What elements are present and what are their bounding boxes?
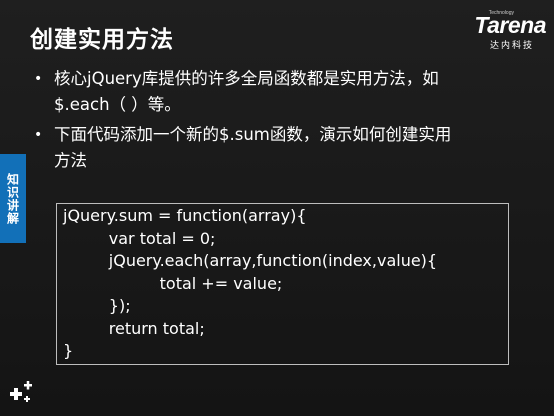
bullet-line: 核心jQuery库提供的许多全局函数都是实用方法，如 (54, 69, 439, 88)
side-tab-knowledge: 知识讲解 (0, 154, 26, 243)
logo-main-text: Tarena (474, 12, 546, 38)
bullet-dot-icon: • (34, 71, 43, 87)
plus-cluster-icon (10, 381, 32, 402)
code-line: total += value; (63, 273, 283, 293)
bullet-item: • 核心jQuery库提供的许多全局函数都是实用方法，如 $.each（ ）等。 (32, 66, 512, 118)
bullet-item: • 下面代码添加一个新的$.sum函数，演示如何创建实用 方法 (32, 122, 512, 174)
bullet-line: 下面代码添加一个新的$.sum函数，演示如何创建实用 (54, 125, 452, 144)
code-line: }); (63, 296, 131, 315)
bullet-line: $.each（ ）等。 (54, 95, 181, 114)
code-line: var total = 0; (63, 228, 216, 248)
code-line: jQuery.each(array,function(index,value){ (63, 251, 438, 270)
code-line: jQuery.sum = function(array){ (63, 206, 307, 225)
bullet-list: • 核心jQuery库提供的许多全局函数都是实用方法，如 $.each（ ）等。… (32, 66, 512, 178)
code-line: } (63, 341, 74, 360)
bullet-line: 方法 (54, 151, 87, 170)
bullet-dot-icon: • (34, 127, 43, 143)
logo-sub-text: 达内科技 (489, 41, 534, 51)
code-line: return total; (63, 318, 205, 338)
side-tab-label: 知识讲解 (5, 172, 20, 225)
slide: 创建实用方法 Technology Tarena 达内科技 • 核心jQuery… (0, 0, 554, 416)
slide-title: 创建实用方法 (30, 27, 174, 53)
code-block: jQuery.sum = function(array){ var total … (56, 203, 509, 365)
tarena-logo: Technology Tarena 达内科技 (448, 10, 546, 51)
